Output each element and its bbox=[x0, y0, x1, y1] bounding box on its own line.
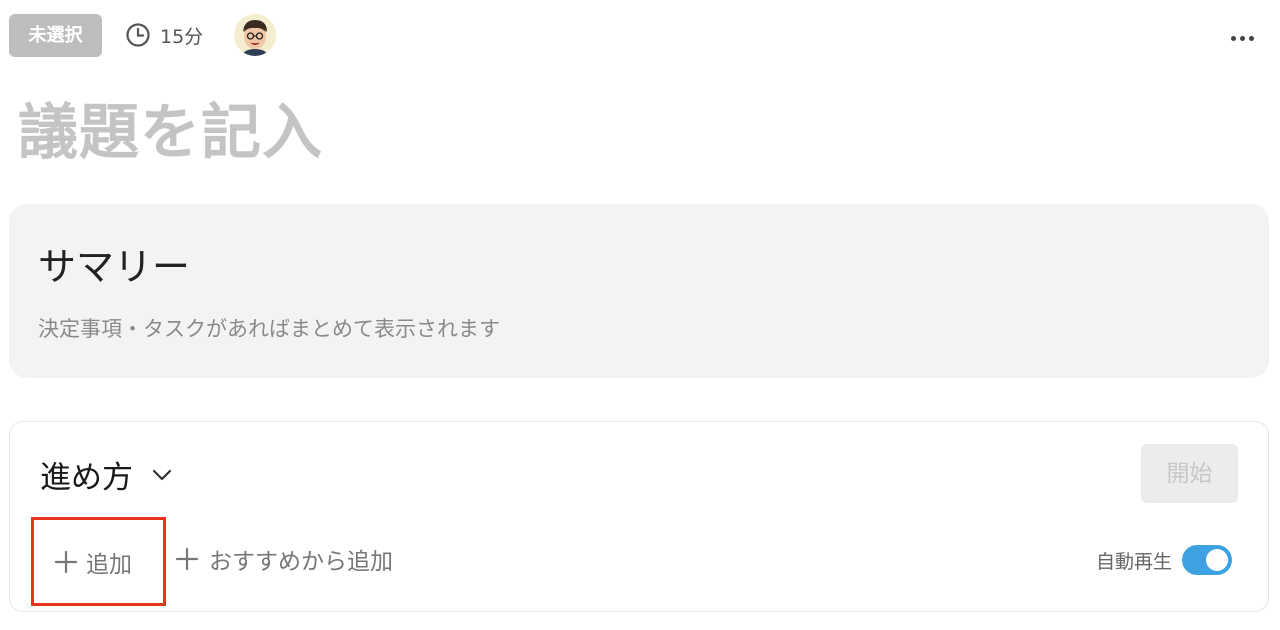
autoplay-toggle[interactable] bbox=[1182, 545, 1233, 575]
steps-title: 進め方 bbox=[40, 460, 133, 496]
summary-card: サマリー 決定事項・タスクがあればまとめて表示されます bbox=[9, 204, 1269, 378]
more-options-button[interactable] bbox=[1224, 24, 1260, 52]
add-step-button[interactable]: 追加 bbox=[31, 517, 166, 606]
plus-icon bbox=[175, 547, 199, 571]
start-button[interactable]: 開始 bbox=[1141, 444, 1238, 503]
clock-icon bbox=[126, 23, 150, 47]
toggle-knob bbox=[1206, 549, 1229, 571]
duration[interactable]: 15分 bbox=[125, 20, 203, 50]
steps-header[interactable]: 進め方 bbox=[40, 452, 173, 497]
status-badge[interactable]: 未選択 bbox=[9, 14, 102, 57]
plus-icon bbox=[54, 550, 78, 573]
add-recommended-button[interactable]: おすすめから追加 bbox=[175, 539, 393, 579]
summary-title: サマリー bbox=[38, 245, 191, 289]
summary-description: 決定事項・タスクがあればまとめて表示されます bbox=[38, 317, 500, 341]
autoplay-control: 自動再生 bbox=[1096, 543, 1233, 577]
add-recommended-label: おすすめから追加 bbox=[209, 549, 393, 575]
avatar[interactable] bbox=[234, 14, 276, 56]
add-step-label: 追加 bbox=[86, 551, 132, 578]
header-bar: 未選択 15分 bbox=[0, 0, 1280, 70]
autoplay-label: 自動再生 bbox=[1096, 550, 1173, 573]
steps-card: 進め方 開始 追加 おすすめから追加 自動再生 bbox=[9, 421, 1269, 612]
agenda-title-input[interactable]: 議題を記入 bbox=[18, 84, 323, 171]
more-horizontal-icon bbox=[1230, 35, 1236, 41]
duration-label: 15分 bbox=[160, 25, 204, 48]
chevron-down-icon[interactable] bbox=[151, 468, 173, 482]
user-avatar-icon bbox=[234, 14, 276, 56]
